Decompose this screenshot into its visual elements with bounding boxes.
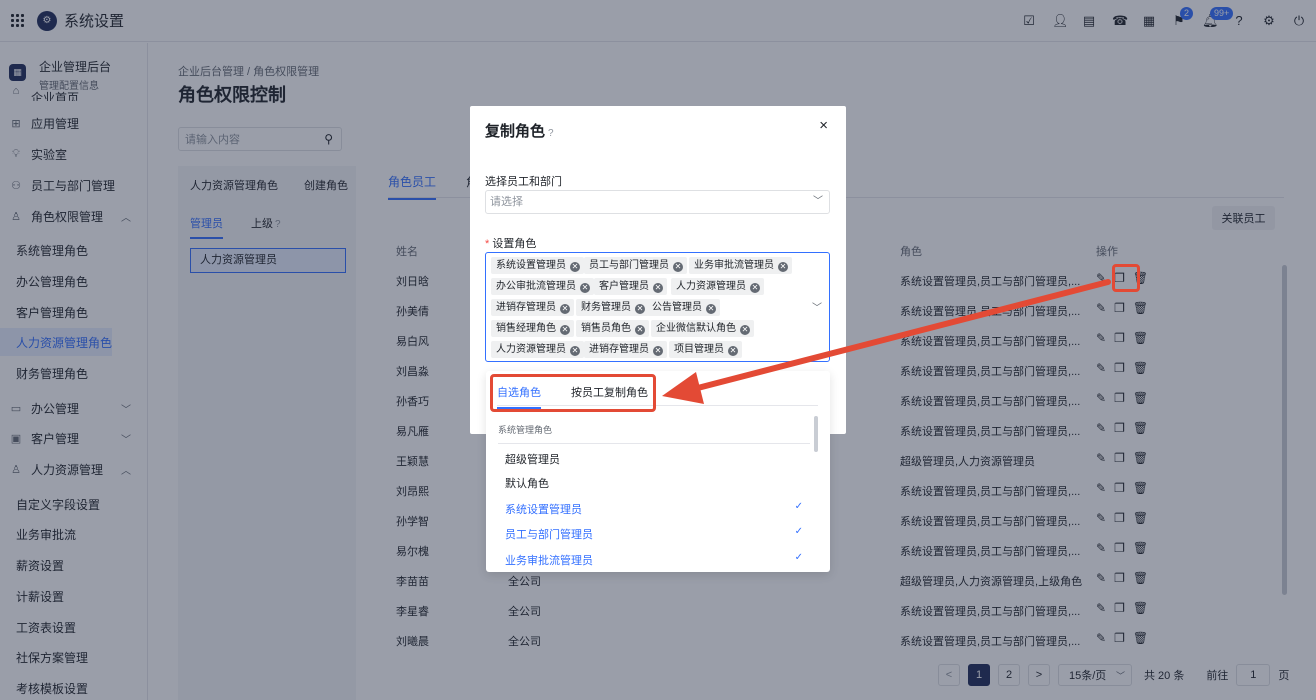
arrow-shaft (687, 279, 1111, 393)
annotation-arrow (662, 279, 1111, 404)
arrow-head (662, 372, 704, 404)
